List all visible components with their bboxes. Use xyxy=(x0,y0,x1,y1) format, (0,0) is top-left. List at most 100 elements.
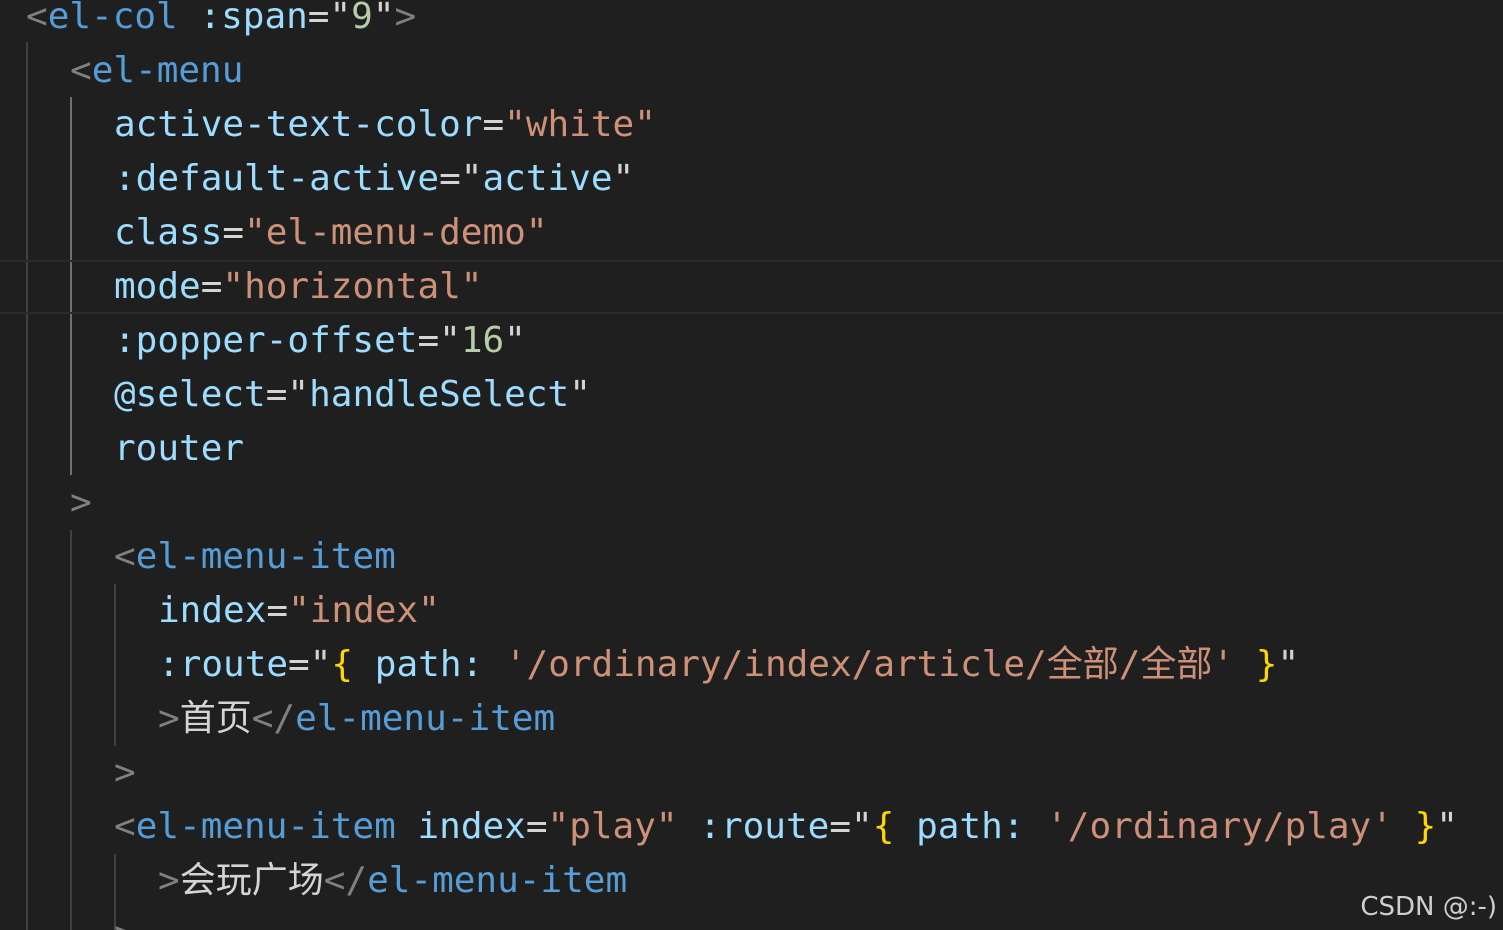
code-token-eq: = xyxy=(288,644,310,685)
code-token-tag: el-menu xyxy=(91,50,244,91)
code-token-eq: = xyxy=(439,158,461,199)
code-token-text: " xyxy=(460,158,483,199)
code-line-15[interactable]: > xyxy=(0,746,1503,800)
code-token-attr: mode xyxy=(114,266,201,307)
code-line-8[interactable]: @select="handleSelect" xyxy=(0,368,1503,422)
code-token-brace: } xyxy=(1255,644,1278,685)
code-token-tag: el-menu-item xyxy=(135,806,396,847)
code-token-text: " xyxy=(569,374,591,415)
code-token-text: " xyxy=(1436,806,1458,847)
code-token-brace: { xyxy=(331,644,354,685)
code-line-content: class="el-menu-demo" xyxy=(114,206,548,260)
code-token-eq: = xyxy=(266,590,289,631)
code-token-prop: path: xyxy=(374,644,484,685)
code-token-attr: active-text-color xyxy=(114,104,483,145)
code-token-tag: el-menu-item xyxy=(135,536,396,577)
code-token-text: " xyxy=(372,0,395,37)
code-line-10[interactable]: > xyxy=(0,476,1503,530)
code-token-brace: } xyxy=(1414,806,1437,847)
code-token-str: "el-menu-demo" xyxy=(244,212,548,253)
code-token-tag: el-menu-item xyxy=(367,860,628,901)
code-token-str: '/ordinary/play' xyxy=(1046,806,1393,847)
code-line-content: :popper-offset="16" xyxy=(114,314,526,368)
code-token-attr: router xyxy=(114,428,245,469)
code-token-attr: :popper-offset xyxy=(114,320,418,361)
code-line-content: index="index" xyxy=(158,584,440,638)
code-token-attr: :span xyxy=(199,0,308,37)
code-token-str: '/ordinary/index/article/全部/全部' xyxy=(504,644,1235,685)
code-token-text: " xyxy=(287,374,310,415)
code-line-content: active-text-color="white" xyxy=(114,98,656,152)
code-line-content: <el-menu xyxy=(70,44,243,98)
code-line-2[interactable]: <el-menu xyxy=(0,44,1503,98)
code-line-content: > xyxy=(114,908,136,930)
code-token-text: " xyxy=(504,320,526,361)
code-token-text: " xyxy=(612,158,635,199)
code-token-str: "horizontal" xyxy=(222,266,483,307)
code-line-content: > xyxy=(114,746,136,800)
code-token-text: " xyxy=(439,320,461,361)
code-line-content: > xyxy=(70,476,92,530)
code-token-bracket: </ xyxy=(323,860,368,901)
code-token-str: "index" xyxy=(288,590,440,631)
code-token-bracket: > xyxy=(70,482,92,523)
code-token-num: 16 xyxy=(460,320,505,361)
code-token-tag: el-menu-item xyxy=(295,698,556,739)
code-line-9[interactable]: router xyxy=(0,422,1503,476)
code-line-6-current[interactable]: mode="horizontal" xyxy=(0,260,1503,314)
code-token-str: "play" xyxy=(547,806,678,847)
code-token-text: 首页 xyxy=(179,698,252,739)
code-token-eq: = xyxy=(200,266,223,307)
code-line-3[interactable]: active-text-color="white" xyxy=(0,98,1503,152)
code-line-17[interactable]: >会玩广场</el-menu-item xyxy=(0,854,1503,908)
code-line-14[interactable]: >首页</el-menu-item xyxy=(0,692,1503,746)
code-token-eq: = xyxy=(417,320,440,361)
code-token-attr: active xyxy=(482,158,613,199)
code-line-1[interactable]: <el-col :span="9"> xyxy=(0,0,1503,44)
code-token-brace: { xyxy=(872,806,895,847)
code-line-13[interactable]: :route="{ path: '/ordinary/index/article… xyxy=(0,638,1503,692)
code-token-bracket: > xyxy=(114,914,136,930)
code-line-content: mode="horizontal" xyxy=(114,262,482,312)
code-token-str: "white" xyxy=(504,104,656,145)
code-token-attr: index xyxy=(417,806,526,847)
code-line-7[interactable]: :popper-offset="16" xyxy=(0,314,1503,368)
code-token-bracket: < xyxy=(114,536,136,577)
code-editor[interactable]: <el-col :span="9"> <el-menu active-text-… xyxy=(0,0,1503,930)
code-line-4[interactable]: :default-active="active" xyxy=(0,152,1503,206)
code-token-attr: class xyxy=(114,212,223,253)
code-token-attr: :route xyxy=(158,644,289,685)
code-token-attr: @select xyxy=(114,374,266,415)
code-token-bracket: < xyxy=(26,0,48,37)
code-token-bracket: < xyxy=(70,50,92,91)
code-token-tag: el-col xyxy=(47,0,178,37)
code-token-text: " xyxy=(329,0,352,37)
code-line-11[interactable]: <el-menu-item xyxy=(0,530,1503,584)
code-token-attr: :route xyxy=(699,806,830,847)
code-token-bracket: > xyxy=(158,698,180,739)
code-line-content: <el-menu-item index="play" :route="{ pat… xyxy=(114,800,1458,854)
code-line-5[interactable]: class="el-menu-demo" xyxy=(0,206,1503,260)
code-line-16[interactable]: <el-menu-item index="play" :route="{ pat… xyxy=(0,800,1503,854)
code-token-attr: :default-active xyxy=(114,158,440,199)
code-token-bracket: > xyxy=(394,0,417,37)
code-token-eq: = xyxy=(829,806,851,847)
code-line-12[interactable]: index="index" xyxy=(0,584,1503,638)
code-token-eq: = xyxy=(307,0,330,37)
code-line-content: router xyxy=(114,422,244,476)
code-token-text: 会玩广场 xyxy=(179,860,324,901)
code-token-text: " xyxy=(851,806,873,847)
code-token-bracket: < xyxy=(114,806,136,847)
code-token-eq: = xyxy=(222,212,245,253)
code-line-18[interactable]: > xyxy=(0,908,1503,930)
code-token-bracket: </ xyxy=(251,698,296,739)
csdn-watermark: CSDN @:-) xyxy=(1360,892,1497,922)
code-line-content: >首页</el-menu-item xyxy=(158,692,555,746)
code-token-prop: path: xyxy=(916,806,1025,847)
